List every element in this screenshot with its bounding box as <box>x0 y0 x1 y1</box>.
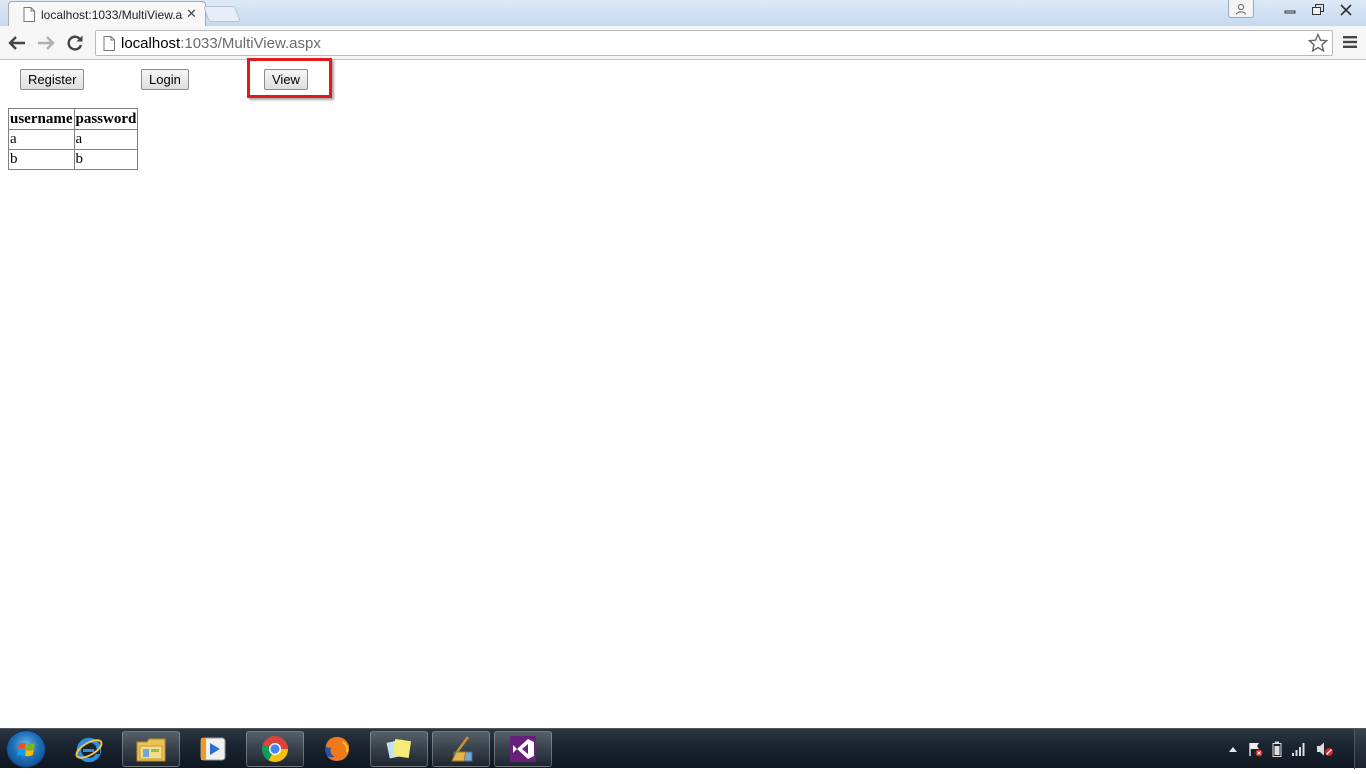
forward-icon[interactable] <box>34 31 58 55</box>
browser-titlebar: localhost:1033/MultiView.aspx ✕ <box>0 0 1366 27</box>
cleaner-icon[interactable] <box>432 731 490 767</box>
tab-title: localhost:1033/MultiView.aspx <box>41 8 183 22</box>
sticky-notes-icon[interactable] <box>370 731 428 767</box>
reload-icon[interactable] <box>63 31 87 55</box>
back-icon[interactable] <box>5 31 29 55</box>
table-row: b b <box>8 149 139 170</box>
profile-button[interactable] <box>1228 0 1254 18</box>
browser-toolbar: localhost:1033/MultiView.aspx <box>0 26 1366 60</box>
table-row: a a <box>8 129 139 150</box>
register-button[interactable]: Register <box>20 69 85 90</box>
close-tab-icon[interactable]: ✕ <box>186 6 197 22</box>
taskbar <box>0 728 1366 769</box>
chrome-icon[interactable] <box>246 731 304 767</box>
login-button[interactable]: Login <box>141 69 189 90</box>
table-header-row: username password <box>8 108 139 130</box>
media-player-icon[interactable] <box>184 731 242 767</box>
show-desktop-button[interactable] <box>1354 729 1366 769</box>
new-tab-button[interactable] <box>203 6 241 22</box>
file-explorer-icon[interactable] <box>122 731 180 767</box>
url-path: :1033/MultiView.aspx <box>180 35 321 52</box>
column-header-password: password <box>73 108 139 130</box>
address-bar[interactable]: localhost:1033/MultiView.aspx <box>95 30 1333 56</box>
cell-username: a <box>8 129 75 150</box>
url-text: localhost:1033/MultiView.aspx <box>121 35 321 52</box>
volume-muted-icon[interactable] <box>1316 741 1334 757</box>
internet-explorer-icon[interactable] <box>60 731 118 767</box>
users-table: username password a a b b <box>8 108 139 170</box>
battery-icon[interactable] <box>1272 741 1282 757</box>
cell-username: b <box>8 149 75 170</box>
visual-studio-icon[interactable] <box>494 731 552 767</box>
user-icon <box>1236 3 1246 15</box>
restore-icon[interactable] <box>1304 0 1332 20</box>
page-icon <box>103 36 115 51</box>
page-content: Register Login View username password a … <box>0 58 1366 728</box>
view-button[interactable]: View <box>264 69 308 90</box>
column-header-username: username <box>8 108 75 130</box>
start-button[interactable] <box>6 730 46 768</box>
page-icon <box>23 7 35 22</box>
windows-logo-icon <box>17 742 35 757</box>
bookmark-star-icon[interactable] <box>1308 33 1328 53</box>
menu-icon[interactable] <box>1342 34 1358 50</box>
browser-tab[interactable]: localhost:1033/MultiView.aspx ✕ <box>8 1 206 27</box>
minimize-icon[interactable] <box>1276 0 1304 20</box>
cell-password: b <box>73 149 139 170</box>
firefox-icon[interactable] <box>308 731 366 767</box>
action-center-flag-icon[interactable] <box>1247 741 1263 757</box>
network-signal-icon[interactable] <box>1291 742 1307 756</box>
window-controls <box>1276 0 1360 20</box>
show-hidden-icons-arrow[interactable] <box>1228 745 1238 753</box>
cell-password: a <box>73 129 139 150</box>
close-window-icon[interactable] <box>1332 0 1360 20</box>
system-tray <box>1228 739 1334 759</box>
url-host: localhost <box>121 35 181 52</box>
